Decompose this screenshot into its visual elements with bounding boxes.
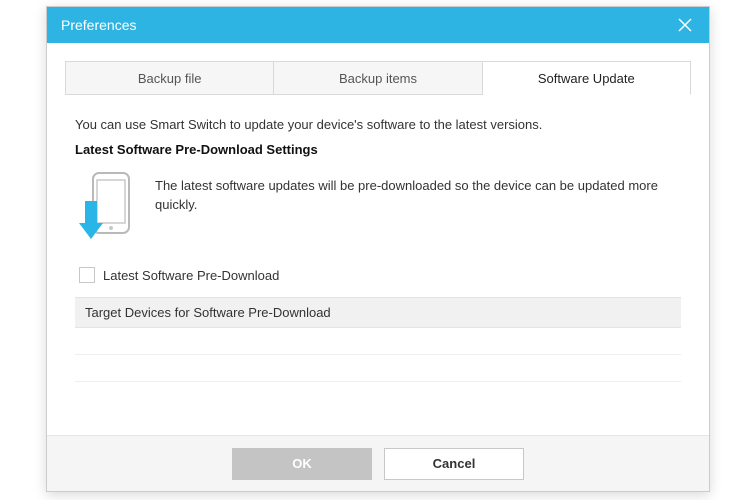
phone-download-icon (79, 171, 137, 245)
target-devices-list (75, 328, 681, 386)
tab-backup-file[interactable]: Backup file (65, 61, 274, 95)
section-title: Latest Software Pre-Download Settings (75, 142, 681, 157)
title-bar: Preferences (47, 7, 709, 43)
content-area: Backup file Backup items Software Update… (47, 43, 709, 386)
list-item (75, 355, 681, 382)
button-label: Cancel (433, 456, 476, 471)
tab-software-update[interactable]: Software Update (483, 61, 691, 95)
dialog-footer: OK Cancel (47, 435, 709, 491)
window-title: Preferences (61, 17, 136, 33)
list-item (75, 328, 681, 355)
target-devices-header: Target Devices for Software Pre-Download (75, 297, 681, 328)
intro-text: You can use Smart Switch to update your … (75, 117, 681, 132)
description-row: The latest software updates will be pre-… (75, 171, 681, 245)
tab-label: Backup items (339, 71, 417, 86)
description-text: The latest software updates will be pre-… (155, 171, 681, 215)
close-button[interactable] (673, 13, 697, 37)
checkbox-label: Latest Software Pre-Download (103, 268, 279, 283)
tab-label: Backup file (138, 71, 202, 86)
software-update-panel: You can use Smart Switch to update your … (65, 95, 691, 386)
close-icon (678, 18, 692, 32)
button-label: OK (292, 456, 312, 471)
ok-button[interactable]: OK (232, 448, 372, 480)
pre-download-checkbox[interactable] (79, 267, 95, 283)
tab-label: Software Update (538, 71, 635, 86)
tab-bar: Backup file Backup items Software Update (65, 61, 691, 95)
tab-backup-items[interactable]: Backup items (274, 61, 482, 95)
pre-download-checkbox-row: Latest Software Pre-Download (79, 267, 681, 283)
preferences-dialog: Preferences Backup file Backup items Sof… (46, 6, 710, 492)
cancel-button[interactable]: Cancel (384, 448, 524, 480)
